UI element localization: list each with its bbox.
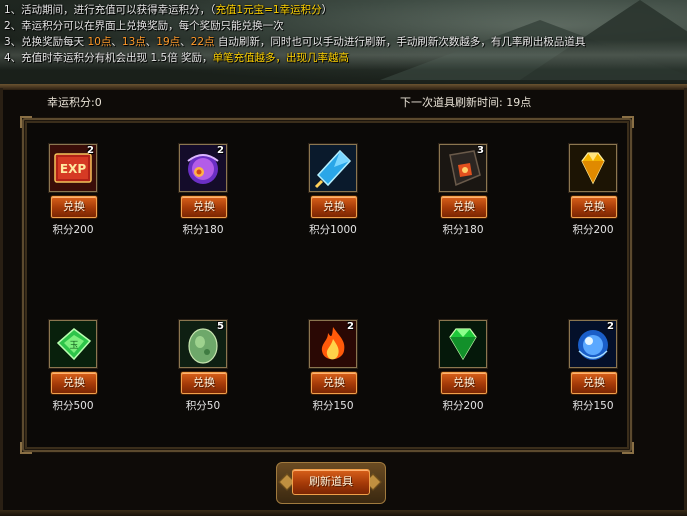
points-cost: 积分1000 (309, 224, 357, 236)
points-cost: 积分200 (442, 400, 484, 412)
exchange-button[interactable]: 兑换 (311, 196, 357, 218)
exchange-button[interactable]: 兑换 (441, 372, 487, 394)
rule-text: 、 (145, 36, 157, 48)
ice-crystal-icon[interactable] (309, 144, 357, 192)
rule-highlight: 10点 (87, 36, 112, 48)
points-cost: 积分500 (52, 400, 94, 412)
exp-book-icon[interactable]: EXP 2 (49, 144, 97, 192)
reward-item: 2 兑换积分180 (158, 144, 248, 244)
green-jade-tablet-icon[interactable]: 玉 (49, 320, 97, 368)
item-count: 2 (217, 145, 224, 156)
svg-text:玉: 玉 (69, 340, 78, 351)
reward-panel: EXP 2 兑换 积分200 2 兑换 积分180 兑换 积分1000 3 兑换 积分180 兑换 积分2… (20, 116, 634, 454)
panel-corner (622, 116, 634, 128)
info-bar: 幸运积分:0 下一次道具刷新时间: 19点 (0, 90, 687, 112)
reward-item: 兑换积分1000 (288, 144, 378, 244)
rule-text: 2、幸运积分可以在界面上兑换奖励，每个奖励只能兑换一次 (4, 20, 284, 32)
rule-text: 自动刷新，同时也可以手动进行刷新，手动刷新次数越多，有几率刷出极品道具 (214, 36, 586, 48)
rule-text: 4、充值时幸运积分有机会出现 1.5倍 奖励， (4, 52, 213, 64)
rule-text: 3、兑换奖励每天 (4, 36, 88, 48)
panel-corner (20, 442, 32, 454)
rule-line: 2、幸运积分可以在界面上兑换奖励，每个奖励只能兑换一次 (4, 18, 684, 34)
panel-corner (622, 442, 634, 454)
jade-stone-icon[interactable]: 5 (179, 320, 227, 368)
exchange-button[interactable]: 兑换 (571, 372, 617, 394)
item-count: 3 (477, 145, 484, 156)
frame-border-bottom (0, 510, 687, 516)
points-cost: 积分180 (182, 224, 224, 236)
reward-item: EXP 2 兑换积分200 (28, 144, 118, 244)
green-jade-tablet-icon-graphic: 玉 (50, 321, 96, 367)
rule-line: 4、充值时幸运积分有机会出现 1.5倍 奖励，单笔充值越多，出现几率越高 (4, 50, 684, 66)
points-cost: 积分150 (572, 400, 614, 412)
rule-line: 3、兑换奖励每天 10点、13点、19点、22点 自动刷新，同时也可以手动进行刷… (4, 34, 684, 50)
item-count: 2 (87, 145, 94, 156)
rule-text: 、 (180, 36, 191, 48)
exchange-button[interactable]: 兑换 (51, 372, 97, 394)
frame-border-left (0, 88, 3, 516)
points-cost: 积分200 (572, 224, 614, 236)
exchange-button[interactable]: 兑换 (441, 196, 487, 218)
rules-list: 1、活动期间，进行充值可以获得幸运积分，（充值1元宝=1幸运积分） 2、幸运积分可… (4, 2, 684, 66)
panel-corner (20, 116, 32, 128)
points-cost: 积分180 (442, 224, 484, 236)
exchange-button[interactable]: 兑换 (51, 196, 97, 218)
refresh-items-button[interactable]: 刷新道具 (292, 469, 370, 495)
rule-line: 1、活动期间，进行充值可以获得幸运积分，（充值1元宝=1幸运积分） (4, 2, 684, 18)
item-count: 5 (217, 321, 224, 332)
rule-highlight: 22点 (190, 36, 215, 48)
svg-text:EXP: EXP (60, 162, 86, 176)
green-gem-icon[interactable] (439, 320, 487, 368)
rules-banner: 1、活动期间，进行充值可以获得幸运积分，（充值1元宝=1幸运积分） 2、幸运积分可… (0, 0, 687, 88)
yellow-gem-icon[interactable] (569, 144, 617, 192)
next-refresh-label: 下一次道具刷新时间: 19点 (400, 96, 532, 109)
exchange-button[interactable]: 兑换 (311, 372, 357, 394)
lucky-points-label: 幸运积分:0 (47, 96, 102, 109)
rule-highlight: 13点 (121, 36, 146, 48)
dark-stone-icon[interactable]: 3 (439, 144, 487, 192)
rule-text: 1、活动期间，进行充值可以获得幸运积分，（ (4, 4, 216, 16)
fire-icon[interactable]: 2 (309, 320, 357, 368)
rule-highlight: 充值1元宝=1幸运积分 (215, 4, 322, 16)
points-cost: 积分50 (185, 400, 221, 412)
blue-orb-icon[interactable]: 2 (569, 320, 617, 368)
item-count: 2 (607, 321, 614, 332)
exchange-button[interactable]: 兑换 (571, 196, 617, 218)
points-cost: 积分150 (312, 400, 354, 412)
refresh-frame: 刷新道具 (276, 462, 386, 504)
yellow-gem-icon-graphic (570, 145, 616, 191)
exchange-button[interactable]: 兑换 (181, 372, 227, 394)
reward-item: 玉兑换积分500 (28, 320, 118, 420)
rule-text: ） (321, 4, 333, 16)
rule-highlight: 单笔充值越多，出现几率越高 (212, 52, 350, 64)
item-count: 2 (347, 321, 354, 332)
reward-item: 2 兑换积分150 (548, 320, 638, 420)
points-cost: 积分200 (52, 224, 94, 236)
purple-orb-icon[interactable]: 2 (179, 144, 227, 192)
reward-item: 兑换积分200 (418, 320, 508, 420)
reward-item: 3 兑换积分180 (418, 144, 508, 244)
ice-crystal-icon-graphic (310, 145, 356, 191)
reward-item: 2 兑换积分150 (288, 320, 378, 420)
reward-item: 5 兑换积分50 (158, 320, 248, 420)
exchange-button[interactable]: 兑换 (181, 196, 227, 218)
rule-text: 、 (111, 36, 122, 48)
green-gem-icon-graphic (440, 321, 486, 367)
rule-highlight: 19点 (156, 36, 181, 48)
reward-item: 兑换积分200 (548, 144, 638, 244)
